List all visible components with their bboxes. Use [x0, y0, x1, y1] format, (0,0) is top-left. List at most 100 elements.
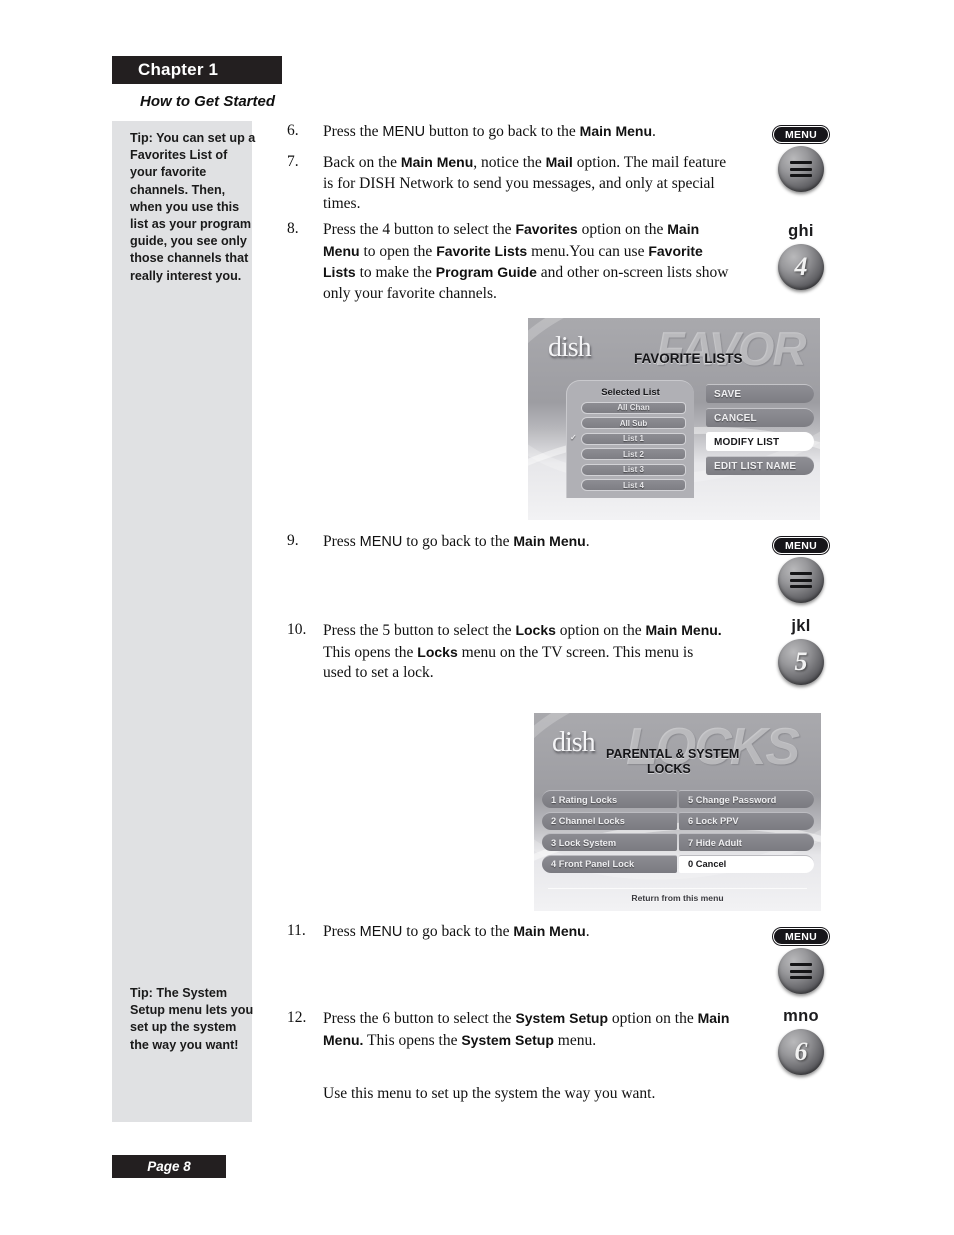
key-digit: 6 — [794, 1037, 808, 1066]
step-body: Press the MENU button to go back to the … — [323, 123, 656, 140]
dish-logo: dish — [548, 332, 592, 364]
locks-menu-item[interactable]: 6 Lock PPV — [679, 811, 814, 830]
locks-menu-item[interactable]: 5 Change Password — [679, 790, 814, 808]
step-6: 6. Press the MENU button to go back to t… — [287, 121, 717, 143]
remote-key-5: jkl 5 — [758, 617, 844, 685]
step-11: 11. Press MENU to go back to the Main Me… — [287, 921, 717, 943]
step-9: 9. Press MENU to go back to the Main Men… — [287, 531, 717, 553]
favorite-list-item-label: List 3 — [623, 465, 644, 474]
menu-pill-text: MENU — [784, 930, 818, 943]
hamburger-menu-icon — [778, 948, 824, 994]
locks-menu-row: 4 Front Panel Lock 0 Cancel — [542, 854, 814, 873]
favorite-list-item[interactable]: All Sub — [581, 417, 686, 429]
favorite-list-item-label: All Chan — [617, 403, 650, 412]
favorite-list-item-label: List 2 — [623, 449, 644, 459]
hamburger-bars — [790, 569, 812, 592]
menu-label-pill: MENU — [773, 537, 829, 554]
chapter-banner: Chapter 1 — [112, 56, 282, 84]
key-circle: 4 — [778, 244, 824, 290]
step-number: 9. — [287, 532, 299, 549]
step-12: 12. Press the 6 button to select the Sys… — [287, 1008, 737, 1051]
dish-logo-text: dish — [552, 727, 596, 758]
closing-paragraph: Use this menu to set up the system the w… — [323, 1085, 656, 1102]
favorite-list-item[interactable]: All Chan — [581, 401, 686, 414]
hamburger-bars — [790, 960, 812, 983]
locks-menu-item[interactable]: 2 Channel Locks — [542, 811, 677, 830]
hamburger-menu-icon — [778, 557, 824, 603]
tv-title-line-2: LOCKS — [647, 762, 691, 776]
remote-menu-button-2: MENU — [758, 537, 844, 603]
key-letters: jkl — [791, 617, 811, 635]
key-letters: ghi — [788, 222, 814, 240]
dish-logo-text: dish — [548, 332, 592, 363]
tv-title-line-1: PARENTAL & SYSTEM — [606, 747, 740, 761]
step-body: Press MENU to go back to the Main Menu. — [323, 533, 590, 550]
key-digit: 5 — [794, 647, 808, 676]
step-number: 12. — [287, 1009, 307, 1026]
locks-menu-item[interactable]: 7 Hide Adult — [679, 833, 814, 851]
remote-menu-button-3: MENU — [758, 928, 844, 994]
step-number: 11. — [287, 922, 306, 939]
menu-label-pill: MENU — [773, 928, 829, 945]
tv-screenshot-favorite-lists: FAVOR dish FAVORITE LISTS Selected List … — [528, 318, 820, 520]
locks-footer-text: Return from this menu — [631, 893, 724, 903]
favorite-list-item-label: All Sub — [619, 418, 648, 428]
favorite-list-item[interactable]: ✓ List 1 — [570, 432, 686, 445]
remote-key-4: ghi 4 — [758, 222, 844, 290]
locks-menu-item-label: 5 Change Password — [688, 794, 777, 805]
step-body: Press the 6 button to select the System … — [323, 1010, 730, 1049]
step-number: 6. — [287, 122, 299, 139]
locks-menu-item[interactable]: 4 Front Panel Lock — [542, 854, 677, 873]
locks-menu-item-label: 7 Hide Adult — [688, 837, 742, 848]
favorites-action-button[interactable]: EDIT LIST NAME — [706, 456, 814, 475]
step-number: 10. — [287, 621, 307, 638]
step-body: Press the 4 button to select the Favorit… — [323, 221, 729, 302]
favorite-list-item[interactable]: List 3 — [581, 463, 686, 476]
favorites-action-label: SAVE — [714, 388, 742, 400]
locks-menu-item-label: 6 Lock PPV — [688, 816, 739, 826]
step-7: 7. Back on the Main Menu, notice the Mai… — [287, 152, 727, 215]
favorite-list-item[interactable]: List 2 — [581, 448, 686, 460]
tip-system-setup: Tip: The System Setup menu lets you set … — [130, 986, 254, 1052]
step-body: Back on the Main Menu, notice the Mail o… — [323, 154, 727, 212]
favorite-list-item[interactable]: List 4 — [581, 479, 686, 491]
page-subtitle: How to Get Started — [140, 93, 276, 110]
tip-favorites: Tip: You can set up a Favorites List of … — [130, 131, 256, 283]
favorite-list-items: All Chan All Sub ✓ List 1 List 2 List 3 List 4 — [567, 401, 694, 491]
remote-menu-button-1: MENU — [758, 126, 844, 192]
step-body: Press MENU to go back to the Main Menu. — [323, 923, 590, 940]
locks-menu-item-label: 2 Channel Locks — [551, 816, 625, 826]
key-circle: 6 — [778, 1029, 824, 1075]
favorite-list-item-label: List 4 — [623, 480, 644, 490]
locks-menu-item-label: 0 Cancel — [688, 859, 727, 869]
dish-logo: dish — [552, 727, 596, 759]
selected-list-heading: Selected List — [601, 387, 660, 398]
locks-menu-row: 1 Rating Locks 5 Change Password — [542, 790, 814, 808]
selected-list-panel: Selected List All Chan All Sub ✓ List 1 List… — [566, 380, 694, 498]
locks-menu-item[interactable]: 3 Lock System — [542, 833, 677, 851]
step-number: 8. — [287, 220, 299, 237]
step-10: 10. Press the 5 button to select the Loc… — [287, 620, 724, 684]
locks-menu-item-label: 3 Lock System — [551, 837, 617, 848]
check-icon: ✓ — [570, 432, 577, 442]
locks-menu-item[interactable]: 1 Rating Locks — [542, 790, 677, 808]
favorites-action-label: CANCEL — [714, 412, 757, 424]
step-body: Press the 5 button to select the Locks o… — [323, 622, 722, 681]
chapter-title: Chapter 1 — [138, 60, 219, 79]
favorites-action-button[interactable]: MODIFY LIST — [706, 432, 814, 451]
locks-menu-item-label: 4 Front Panel Lock — [551, 859, 635, 869]
tv-title: FAVORITE LISTS — [634, 351, 743, 366]
locks-menu-grid: 1 Rating Locks 5 Change Password 2 Channel… — [542, 790, 814, 876]
locks-menu-row: 3 Lock System 7 Hide Adult — [542, 833, 814, 851]
tv-screenshot-locks: LOCKS dish PARENTAL & SYSTEM LOCKS 1 Rat… — [534, 713, 821, 911]
favorites-action-button[interactable]: SAVE — [706, 384, 814, 403]
menu-pill-text: MENU — [784, 539, 818, 552]
ghost-watermark: FAVOR — [656, 322, 806, 375]
key-digit: 4 — [794, 252, 808, 281]
step-8: 8. Press the 4 button to select the Favo… — [287, 219, 739, 304]
favorites-action-button[interactable]: CANCEL — [706, 408, 814, 427]
menu-pill-text: MENU — [784, 128, 818, 141]
locks-menu-row: 2 Channel Locks 6 Lock PPV — [542, 811, 814, 830]
locks-menu-item[interactable]: 0 Cancel — [679, 854, 814, 873]
key-circle: 5 — [778, 639, 824, 685]
